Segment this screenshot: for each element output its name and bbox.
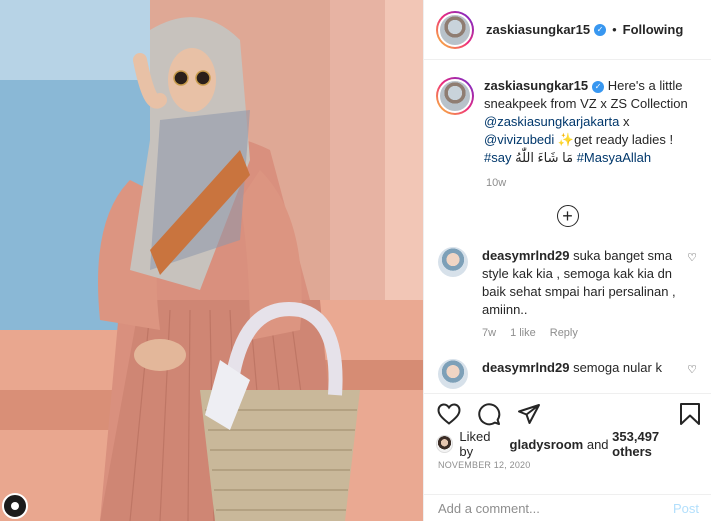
post-sidebar: zaskiasungkar15 ✓ • Following zaskiasung… — [423, 0, 711, 521]
reply-button[interactable]: Reply — [550, 327, 578, 339]
paper-plane-icon[interactable] — [516, 401, 542, 427]
comment-meta: 7w 1 like Reply — [482, 327, 711, 339]
bookmark-icon[interactable] — [677, 401, 703, 427]
comment-text: deasymrlnd29 semoga nular k — [482, 359, 677, 389]
comment-likes[interactable]: 1 like — [510, 327, 536, 339]
likes-and: and — [586, 436, 609, 452]
action-bar — [424, 394, 711, 434]
liker-username[interactable]: gladysroom — [510, 437, 584, 452]
caption-body-2: get ready ladies ! — [574, 132, 674, 147]
following-button[interactable]: Following — [623, 22, 684, 37]
likes-count[interactable]: 353,497 others — [612, 429, 699, 459]
comment-input[interactable] — [438, 500, 673, 516]
comment-icon[interactable] — [476, 401, 502, 427]
likes-prefix: Liked by — [459, 429, 491, 459]
separator-dot: • — [612, 22, 617, 37]
caption-arabic: مَا شَاءَ اللّٰهُ — [515, 150, 574, 165]
post-image — [0, 0, 423, 521]
sparkle-icon: ✨ — [557, 132, 575, 147]
load-more: + — [424, 205, 711, 227]
hashtag-link[interactable]: #say — [484, 150, 511, 165]
comment-text: deasymrlnd29 suka banget sma style kak k… — [482, 247, 677, 319]
caption: zaskiasungkar15 ✓ Here's a little sneakpe… — [424, 61, 711, 167]
comments-area[interactable]: zaskiasungkar15 ✓ Here's a little sneakpe… — [424, 61, 711, 393]
post-header: zaskiasungkar15 ✓ • Following — [424, 0, 711, 60]
commenter-username[interactable]: deasymrlnd29 — [482, 360, 569, 375]
add-comment-bar: Post — [424, 494, 711, 521]
mention-link[interactable]: @vivizubedi — [484, 132, 554, 147]
verified-badge-icon: ✓ — [594, 23, 607, 36]
commenter-username[interactable]: deasymrlnd29 — [482, 248, 569, 263]
caption-time[interactable]: 10w — [486, 177, 711, 189]
caption-avatar[interactable] — [436, 77, 474, 115]
hashtag-link[interactable]: #MasyaAllah — [577, 150, 651, 165]
commenter-avatar[interactable] — [438, 247, 468, 277]
comment-time[interactable]: 7w — [482, 327, 496, 339]
comment-like-heart-icon[interactable]: ♡ — [687, 251, 697, 264]
plus-circle-icon[interactable]: + — [556, 205, 579, 227]
tagged-user-icon[interactable] — [2, 493, 28, 519]
likes-summary: Liked by gladysroom and 353,497 others — [424, 429, 711, 459]
post-actions: Liked by gladysroom and 353,497 others N… — [424, 393, 711, 476]
author-avatar[interactable] — [436, 10, 474, 49]
caption-x: x — [622, 114, 630, 129]
comment: deasymrlnd29 suka banget sma style kak k… — [424, 247, 711, 319]
heart-icon[interactable] — [436, 401, 462, 427]
caption-username[interactable]: zaskiasungkar15 — [484, 78, 588, 93]
comment-body: semoga nular k — [573, 360, 662, 375]
verified-badge-icon: ✓ — [592, 80, 605, 93]
post-photo[interactable] — [0, 0, 423, 521]
post-button[interactable]: Post — [673, 501, 699, 516]
author-username[interactable]: zaskiasungkar15 — [486, 22, 590, 37]
caption-text: zaskiasungkar15 ✓ Here's a little sneakpe… — [484, 77, 694, 167]
comment-like-heart-icon[interactable]: ♡ — [687, 363, 697, 376]
mention-link[interactable]: @zaskiasungkarjakarta — [484, 114, 619, 129]
commenter-avatar[interactable] — [438, 359, 468, 389]
liker-avatar[interactable] — [436, 435, 454, 453]
comment: deasymrlnd29 semoga nular k ♡ — [424, 359, 711, 389]
